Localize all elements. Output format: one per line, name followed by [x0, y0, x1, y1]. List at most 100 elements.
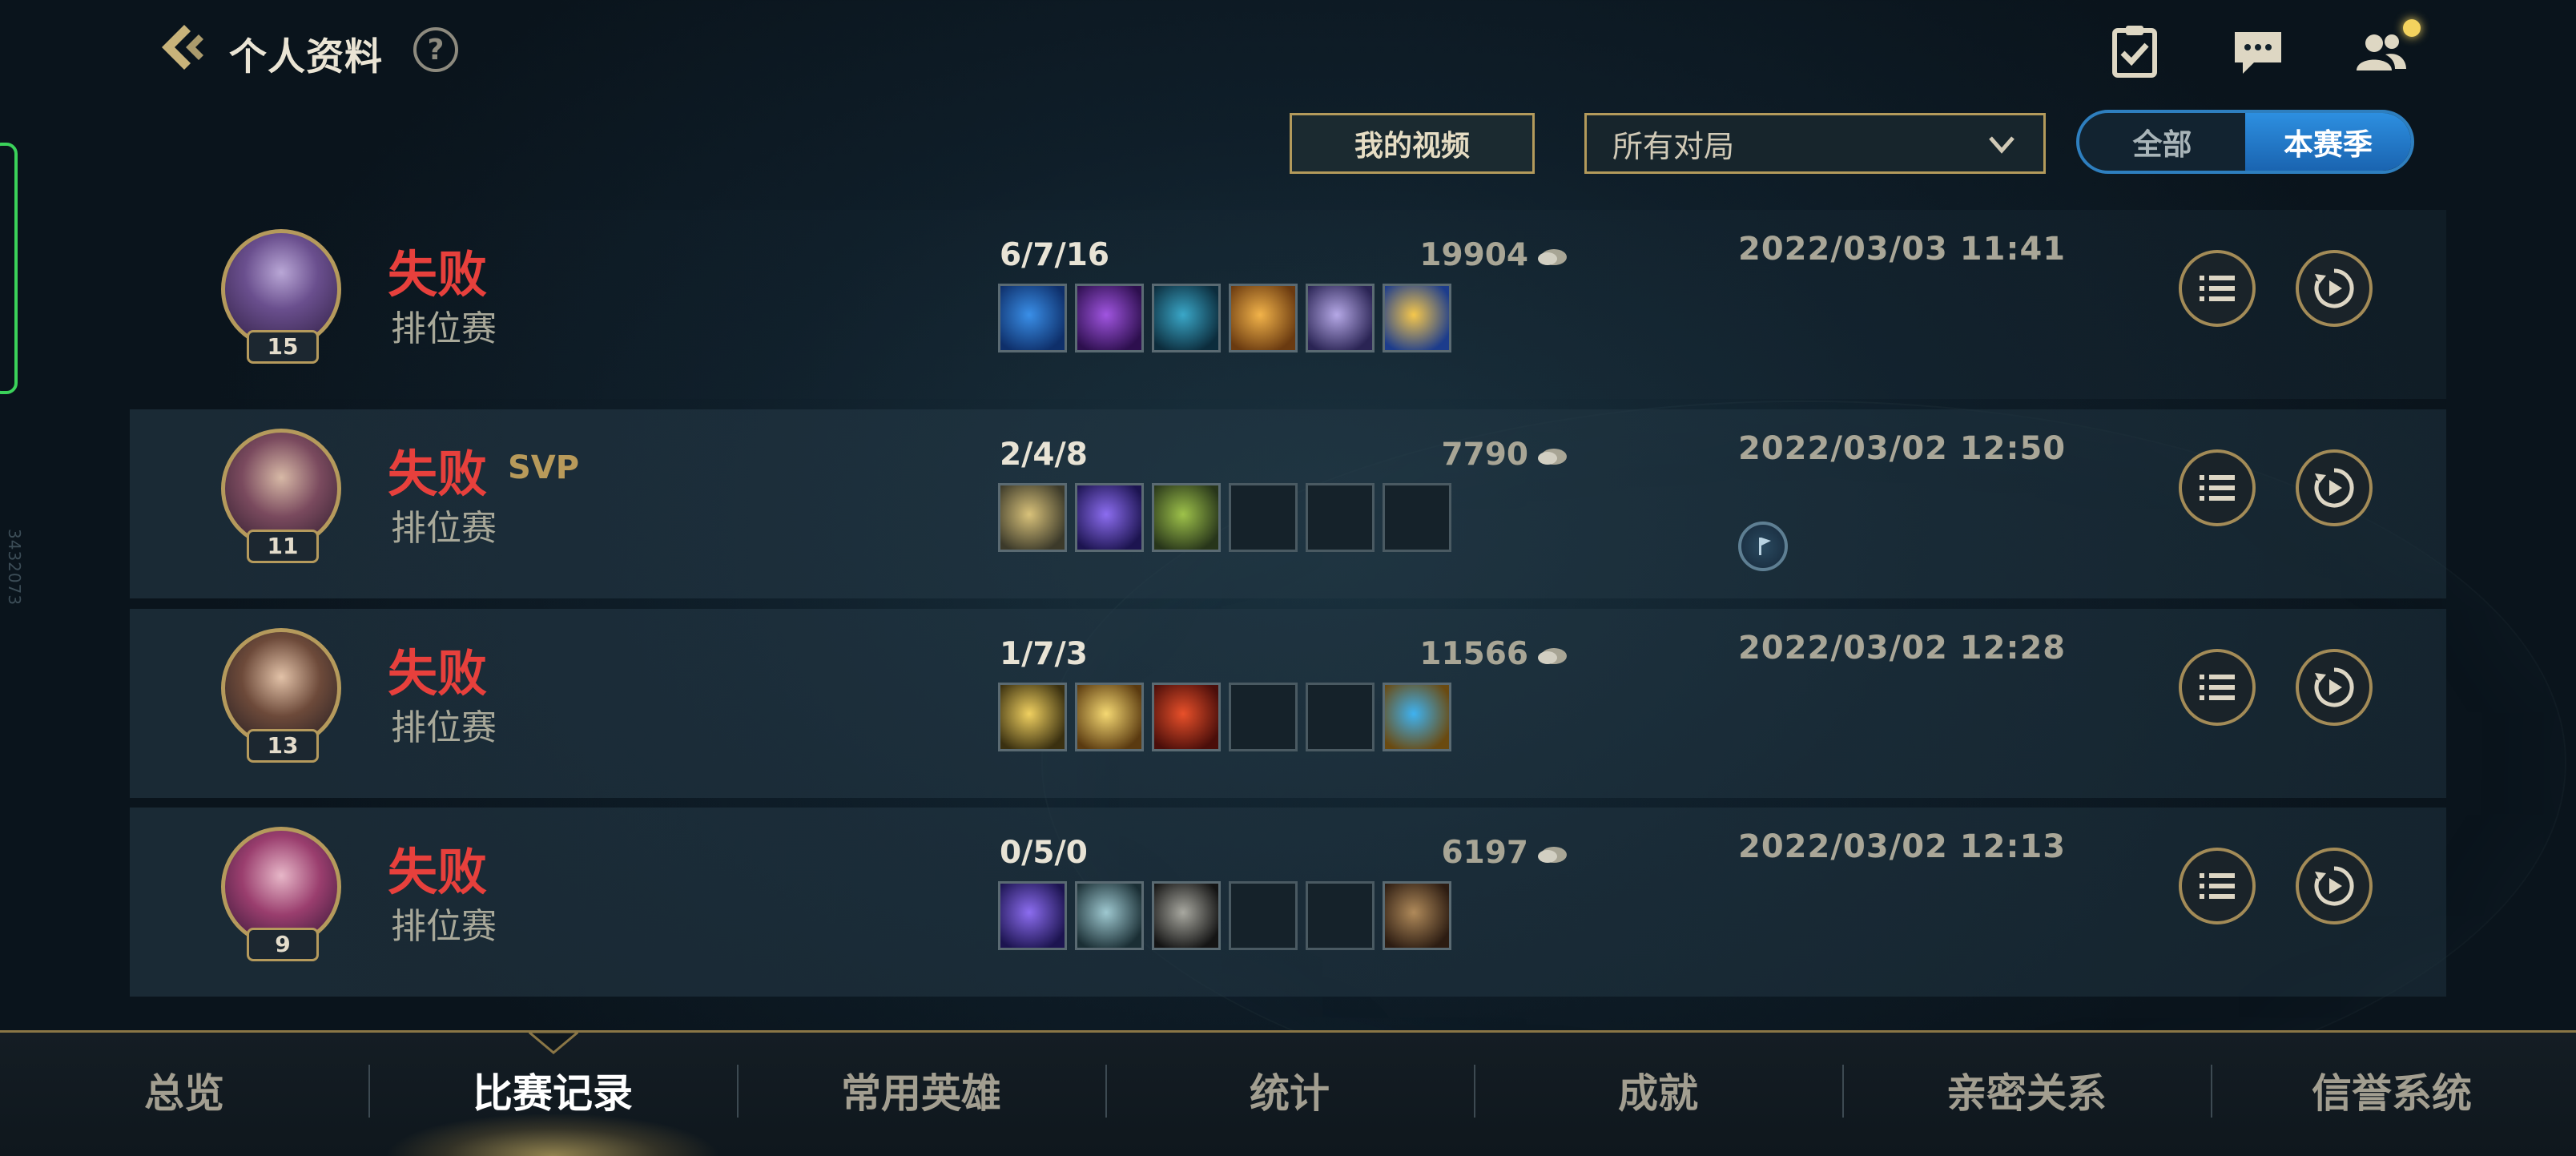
item-purple-crown-icon[interactable] [1075, 284, 1144, 352]
tab-achievements[interactable]: 成就 [1474, 1061, 1842, 1119]
list-icon [2200, 276, 2235, 301]
tab-statistics[interactable]: 统计 [1105, 1061, 1474, 1119]
back-chevron-icon[interactable] [152, 20, 216, 84]
empty-item-slot [1383, 483, 1451, 552]
item-purple-shuriken-icon[interactable] [1075, 483, 1144, 552]
tab-overview[interactable]: 总览 [0, 1061, 368, 1119]
gold-total: 11566 [1315, 636, 1568, 672]
chat-icon[interactable] [2230, 24, 2286, 80]
replay-button[interactable] [2296, 848, 2373, 924]
game-mode: 排位赛 [391, 906, 497, 947]
match-type-value: 所有对局 [1612, 128, 1735, 164]
flag-badge-icon[interactable] [1738, 522, 1788, 571]
match-date: 2022/03/02 12:28 [1738, 630, 2067, 667]
gold-coin-icon [1538, 448, 1567, 465]
gold-total: 6197 [1315, 835, 1568, 871]
page-title: 个人资料 [229, 35, 383, 79]
empty-item-slot [1306, 881, 1375, 950]
empty-item-slot [1229, 683, 1298, 751]
match-result: 失败 [388, 644, 488, 703]
match-row[interactable]: 9 失败 排位赛 0/5/0 6197 2022/03/02 12:13 [130, 808, 2446, 997]
item-build [998, 881, 1451, 950]
kda-score: 1/7/3 [1000, 636, 1088, 672]
season-toggle[interactable]: 全部 本赛季 [2076, 110, 2414, 174]
item-build [998, 683, 1451, 751]
tab-frequent-heroes[interactable]: 常用英雄 [737, 1061, 1105, 1119]
item-blue-blade-icon[interactable] [998, 284, 1067, 352]
match-details-button[interactable] [2179, 649, 2256, 726]
list-icon [2200, 475, 2235, 501]
help-icon[interactable]: ? [413, 27, 458, 72]
replay-icon [2314, 667, 2354, 707]
gold-value: 19904 [1419, 237, 1528, 273]
notification-dot [2403, 19, 2421, 37]
item-golden-wings-icon[interactable] [1229, 284, 1298, 352]
item-dark-gauntlet-icon[interactable] [1152, 881, 1221, 950]
tab-relationships[interactable]: 亲密关系 [1842, 1061, 2211, 1119]
replay-icon [2314, 268, 2354, 308]
hero-level-badge: 9 [247, 928, 319, 961]
empty-item-slot [1306, 483, 1375, 552]
toggle-this-season[interactable]: 本赛季 [2245, 113, 2411, 171]
gold-value: 7790 [1441, 437, 1528, 473]
tab-honor-system[interactable]: 信誉系统 [2208, 1061, 2576, 1119]
item-gold-sword-icon[interactable] [998, 683, 1067, 751]
item-silver-dagger-icon[interactable] [1075, 881, 1144, 950]
side-panel-handle[interactable] [0, 143, 18, 394]
match-details-button[interactable] [2179, 848, 2256, 924]
hero-level-badge: 15 [247, 330, 319, 364]
game-mode: 排位赛 [391, 308, 497, 349]
gold-total: 19904 [1315, 237, 1568, 273]
match-type-select[interactable]: 所有对局 [1584, 113, 2046, 174]
item-green-spear-icon[interactable] [1152, 483, 1221, 552]
active-tab-glow [384, 1113, 721, 1156]
gold-total: 7790 [1315, 437, 1568, 473]
item-build [998, 483, 1451, 552]
gold-coin-icon [1538, 647, 1567, 664]
empty-item-slot [1229, 483, 1298, 552]
match-result: 失败 [388, 445, 488, 503]
replay-icon [2314, 468, 2354, 508]
svp-badge: SVP [508, 449, 580, 486]
gold-coin-icon [1538, 846, 1567, 863]
match-result: 失败 [388, 245, 488, 304]
game-mode: 排位赛 [391, 508, 497, 549]
item-blue-lantern-icon[interactable] [1383, 683, 1451, 751]
match-date: 2022/03/02 12:50 [1738, 430, 2067, 467]
gold-coin-icon [1538, 248, 1567, 265]
match-row[interactable]: 11 失败 SVP 排位赛 2/4/8 7790 2022/03/02 12:5… [130, 409, 2446, 598]
item-gold-shuriken-icon[interactable] [998, 483, 1067, 552]
tab-match-history[interactable]: 比赛记录 [368, 1061, 737, 1119]
checklist-icon[interactable] [2107, 24, 2163, 80]
list-icon [2200, 873, 2235, 899]
hero-level-badge: 11 [247, 530, 319, 563]
side-player-id: 3432073 [5, 529, 24, 606]
item-teal-cannon-icon[interactable] [1152, 284, 1221, 352]
match-row[interactable]: 15 失败 排位赛 6/7/16 19904 2022/03/03 11:41 [130, 210, 2446, 399]
replay-button[interactable] [2296, 649, 2373, 726]
chevron-down-icon [1989, 136, 2015, 154]
item-purple-shuriken-icon[interactable] [998, 881, 1067, 950]
item-build [998, 284, 1451, 352]
item-silver-staff-icon[interactable] [1306, 284, 1375, 352]
match-row[interactable]: 13 失败 排位赛 1/7/3 11566 2022/03/02 12:28 [130, 609, 2446, 798]
match-date: 2022/03/02 12:13 [1738, 828, 2067, 865]
my-videos-button[interactable]: 我的视频 [1290, 113, 1535, 174]
item-red-blade-icon[interactable] [1152, 683, 1221, 751]
bottom-nav: 总览 比赛记录 常用英雄 统计 成就 亲密关系 信誉系统 [0, 1030, 2576, 1156]
match-details-button[interactable] [2179, 250, 2256, 327]
empty-item-slot [1229, 881, 1298, 950]
hero-level-badge: 13 [247, 729, 319, 763]
replay-button[interactable] [2296, 250, 2373, 327]
toggle-all-seasons[interactable]: 全部 [2079, 113, 2245, 171]
item-gold-greatsword-icon[interactable] [1075, 683, 1144, 751]
list-icon [2200, 675, 2235, 700]
friends-icon[interactable] [2353, 24, 2409, 80]
gold-value: 11566 [1419, 636, 1528, 672]
replay-button[interactable] [2296, 449, 2373, 526]
match-details-button[interactable] [2179, 449, 2256, 526]
kda-score: 6/7/16 [1000, 237, 1110, 273]
match-date: 2022/03/03 11:41 [1738, 231, 2067, 268]
item-brown-boots-icon[interactable] [1383, 881, 1451, 950]
item-golden-chalice-icon[interactable] [1383, 284, 1451, 352]
